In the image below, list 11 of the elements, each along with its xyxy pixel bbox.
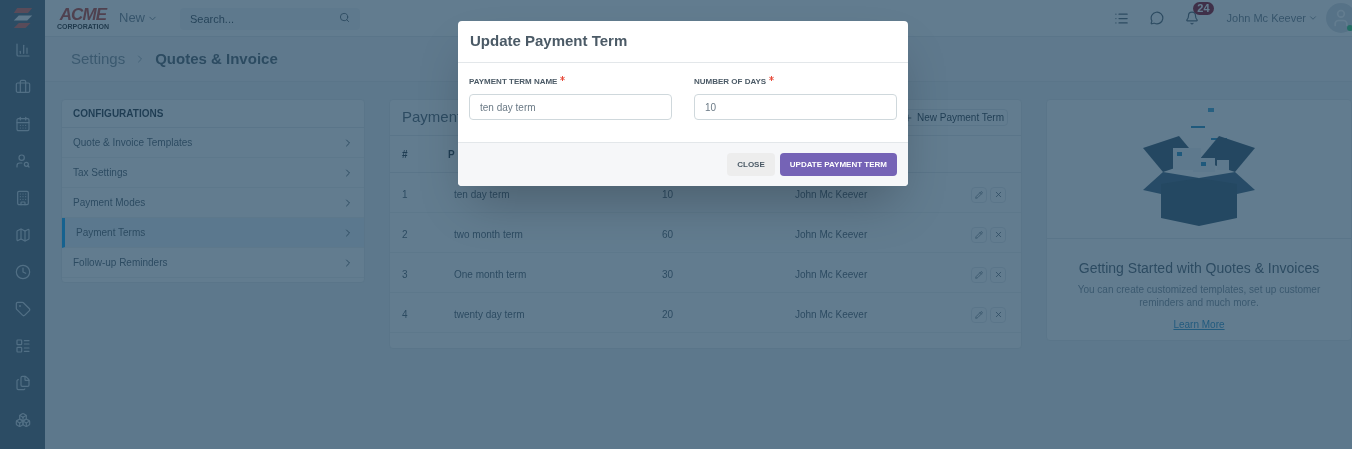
dialog-title: Update Payment Term xyxy=(470,31,628,52)
column-header: P xyxy=(448,147,455,162)
column-header: # xyxy=(402,147,409,162)
input-field[interactable]: ten day term xyxy=(469,94,672,120)
update-button[interactable]: UPDATE PAYMENT TERM xyxy=(779,153,897,176)
close-button[interactable]: CLOSE xyxy=(727,153,775,176)
learn-more-link[interactable]: Learn More xyxy=(1173,317,1225,332)
logo-text: ACME xyxy=(59,5,107,23)
field-label: PAYMENT TERM NAME xyxy=(469,76,558,88)
field-label: NUMBER OF DAYS xyxy=(694,76,767,88)
input-field[interactable]: 10 xyxy=(694,94,897,120)
